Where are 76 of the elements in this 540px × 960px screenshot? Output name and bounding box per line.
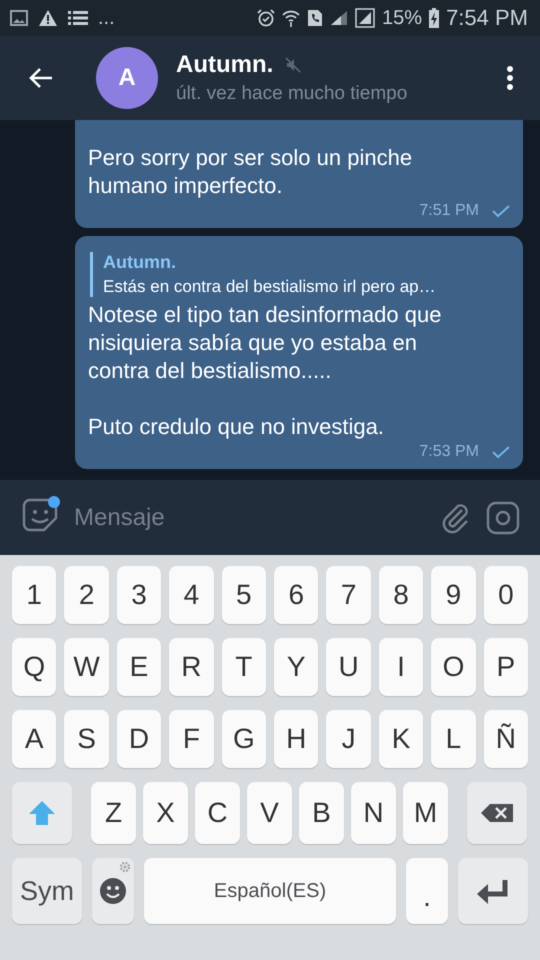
more-notifications: ... [98,6,115,30]
battery-percent: 15% [382,6,422,30]
keyboard-key[interactable]: T [222,638,266,696]
backspace-icon [480,803,514,823]
enter-key[interactable] [458,858,528,924]
keyboard-key[interactable]: S [64,710,109,768]
contact-name: Autumn. [176,51,274,79]
warning-icon [38,9,58,27]
keyboard-key[interactable]: 6 [274,566,318,624]
keyboard-key[interactable]: D [116,710,162,768]
alarm-icon [257,9,276,27]
back-arrow-icon[interactable] [28,67,54,89]
keyboard-key[interactable]: X [143,782,188,844]
keyboard-key[interactable]: Z [91,782,136,844]
keyboard-key[interactable]: 9 [431,566,476,624]
message-time: 7:53 PM [419,443,479,461]
reply-text: Estás en contra del bestialismo irl pero ap… [103,277,437,297]
check-icon [491,445,511,459]
symbols-key[interactable]: Sym [12,858,82,924]
message-input-bar[interactable]: Mensaje [0,480,540,555]
clock: 7:54 PM [446,5,528,31]
keyboard-key[interactable]: A [12,710,56,768]
settings-icon [119,861,131,873]
message-input[interactable]: Mensaje [74,500,426,536]
message-text: Pero sorry por ser solo un pinche humano imperfecto. [88,144,414,200]
wifi-icon [282,9,300,27]
space-key[interactable]: Español(ES) [144,858,396,924]
message-time: 7:51 PM [419,202,479,220]
last-seen-status: últ. vez hace mucho tiempo [176,83,408,105]
keyboard-key[interactable]: W [64,638,109,696]
sim-call-icon [307,9,324,27]
message-text: Notese el tipo tan desinformado que nisiquiera sabía que yo estaba en contra del bestialismo..... Puto credulo que no investiga. [88,301,442,441]
keyboard-key[interactable]: R [169,638,214,696]
reply-author: Autumn. [103,252,177,273]
check-icon [491,204,511,218]
keyboard-key[interactable]: 1 [12,566,56,624]
keyboard-key[interactable]: O [431,638,476,696]
sticker-icon[interactable] [22,496,60,534]
keyboard-key[interactable]: G [222,710,266,768]
keyboard-key[interactable]: 3 [116,566,162,624]
keyboard-key[interactable]: Q [12,638,56,696]
keyboard-key[interactable]: H [274,710,318,768]
keyboard-key[interactable]: L [431,710,476,768]
image-icon [10,10,28,26]
keyboard-key[interactable]: Ñ [484,710,528,768]
keyboard-key[interactable]: 0 [484,566,528,624]
camera-icon[interactable] [486,500,520,534]
shift-arrow-icon [28,800,56,826]
keyboard-key[interactable]: 7 [326,566,371,624]
keyboard-key[interactable]: N [351,782,396,844]
keyboard-key[interactable]: B [299,782,344,844]
smiley-icon [99,877,127,905]
keyboard-key[interactable]: C [195,782,240,844]
battery-charging-icon [429,8,440,28]
signal-icon [330,10,348,26]
emoji-key[interactable] [92,858,134,924]
keyboard-key[interactable]: 5 [222,566,266,624]
more-menu-icon[interactable] [506,65,514,91]
keyboard-key[interactable]: V [247,782,292,844]
reply-quote[interactable]: Autumn. Estás en contra del bestialismo irl pero ap… [90,252,511,297]
keyboard-key[interactable]: 8 [378,566,424,624]
backspace-key[interactable] [467,782,527,844]
list-icon [68,10,88,26]
keyboard-key[interactable]: 4 [169,566,214,624]
keyboard-key[interactable]: U [326,638,371,696]
keyboard-key[interactable]: P [484,638,528,696]
keyboard-key[interactable]: E [116,638,162,696]
keyboard-key[interactable]: K [378,710,424,768]
keyboard-key[interactable]: Y [274,638,318,696]
keyboard-key[interactable]: I [378,638,424,696]
keyboard-key[interactable]: M [403,782,448,844]
keyboard-key[interactable]: F [169,710,214,768]
period-key[interactable]: . [406,858,448,924]
keyboard-key[interactable]: J [326,710,371,768]
keyboard-key[interactable]: 2 [64,566,109,624]
signal-icon [355,8,376,28]
